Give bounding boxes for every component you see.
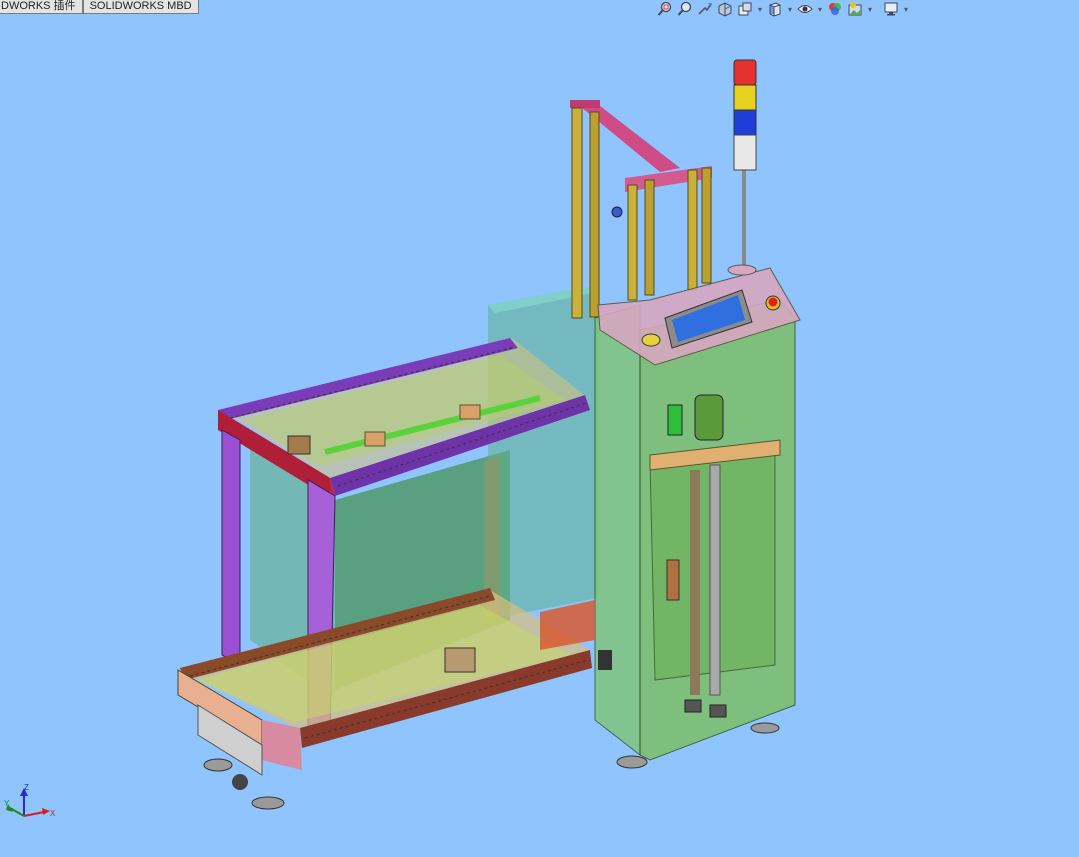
signal-light-red — [733, 59, 757, 86]
lower-corner-block — [262, 720, 302, 770]
leveling-foot — [203, 758, 233, 772]
leveling-foot — [750, 722, 780, 734]
cable-chain — [666, 559, 680, 601]
heads-up-view-toolbar: ▾ ▾ ▾ ▾ ▾ — [656, 0, 910, 18]
chevron-down-icon[interactable]: ▾ — [756, 0, 764, 18]
y-axis-label: Y — [4, 799, 10, 808]
lift-motor — [694, 394, 724, 441]
section-view-icon[interactable] — [716, 0, 734, 18]
view-settings-icon[interactable] — [882, 0, 900, 18]
dynamic-annotation-icon[interactable] — [736, 0, 754, 18]
signal-light-blue — [733, 109, 757, 136]
zoom-to-area-icon[interactable] — [676, 0, 694, 18]
leveling-foot — [616, 755, 648, 769]
lead-screw — [690, 470, 700, 695]
tower-column — [644, 179, 655, 296]
leveling-foot — [251, 796, 285, 810]
tower-column — [571, 107, 583, 319]
back-guard-panel — [488, 285, 598, 620]
photo-sensor — [598, 650, 612, 670]
tower-column — [589, 111, 600, 318]
chevron-down-icon[interactable]: ▾ — [866, 0, 874, 18]
bearing-block — [364, 431, 386, 447]
tower-column — [627, 184, 638, 301]
cabinet-left-face — [594, 304, 641, 757]
emergency-stop-button[interactable] — [768, 297, 778, 307]
reference-triad: Z X Y — [4, 784, 56, 818]
edit-appearance-icon[interactable] — [826, 0, 844, 18]
command-manager-tabs: DWORKS 插件 SOLIDWORKS MBD — [0, 0, 199, 14]
previous-view-icon[interactable] — [696, 0, 714, 18]
display-style-icon[interactable] — [796, 0, 814, 18]
chevron-down-icon[interactable]: ▾ — [786, 0, 794, 18]
x-axis-label: X — [50, 809, 56, 818]
tower-column — [687, 169, 698, 291]
selector-switch[interactable] — [641, 333, 661, 347]
guide-rod — [709, 464, 721, 696]
signal-base — [727, 264, 757, 276]
view-orientation-icon[interactable] — [766, 0, 784, 18]
tab-solidworks-mbd[interactable]: SOLIDWORKS MBD — [82, 0, 199, 14]
chevron-down-icon[interactable]: ▾ — [816, 0, 824, 18]
tower-column — [701, 167, 712, 284]
sensor — [611, 206, 623, 218]
graphics-area[interactable] — [0, 18, 1079, 857]
lower-motor — [444, 647, 476, 673]
apply-scene-icon[interactable] — [846, 0, 864, 18]
zoom-to-fit-icon[interactable] — [656, 0, 674, 18]
bearing-block — [459, 404, 481, 420]
chevron-down-icon[interactable]: ▾ — [902, 0, 910, 18]
signal-light-yellow — [733, 84, 757, 111]
z-axis-label: Z — [24, 784, 29, 792]
signal-light-housing — [733, 134, 757, 171]
tab-solidworks-addins[interactable]: DWORKS 插件 — [0, 0, 83, 14]
front-left-post — [221, 429, 241, 666]
caster-wheel — [232, 774, 248, 790]
motor — [287, 435, 311, 455]
